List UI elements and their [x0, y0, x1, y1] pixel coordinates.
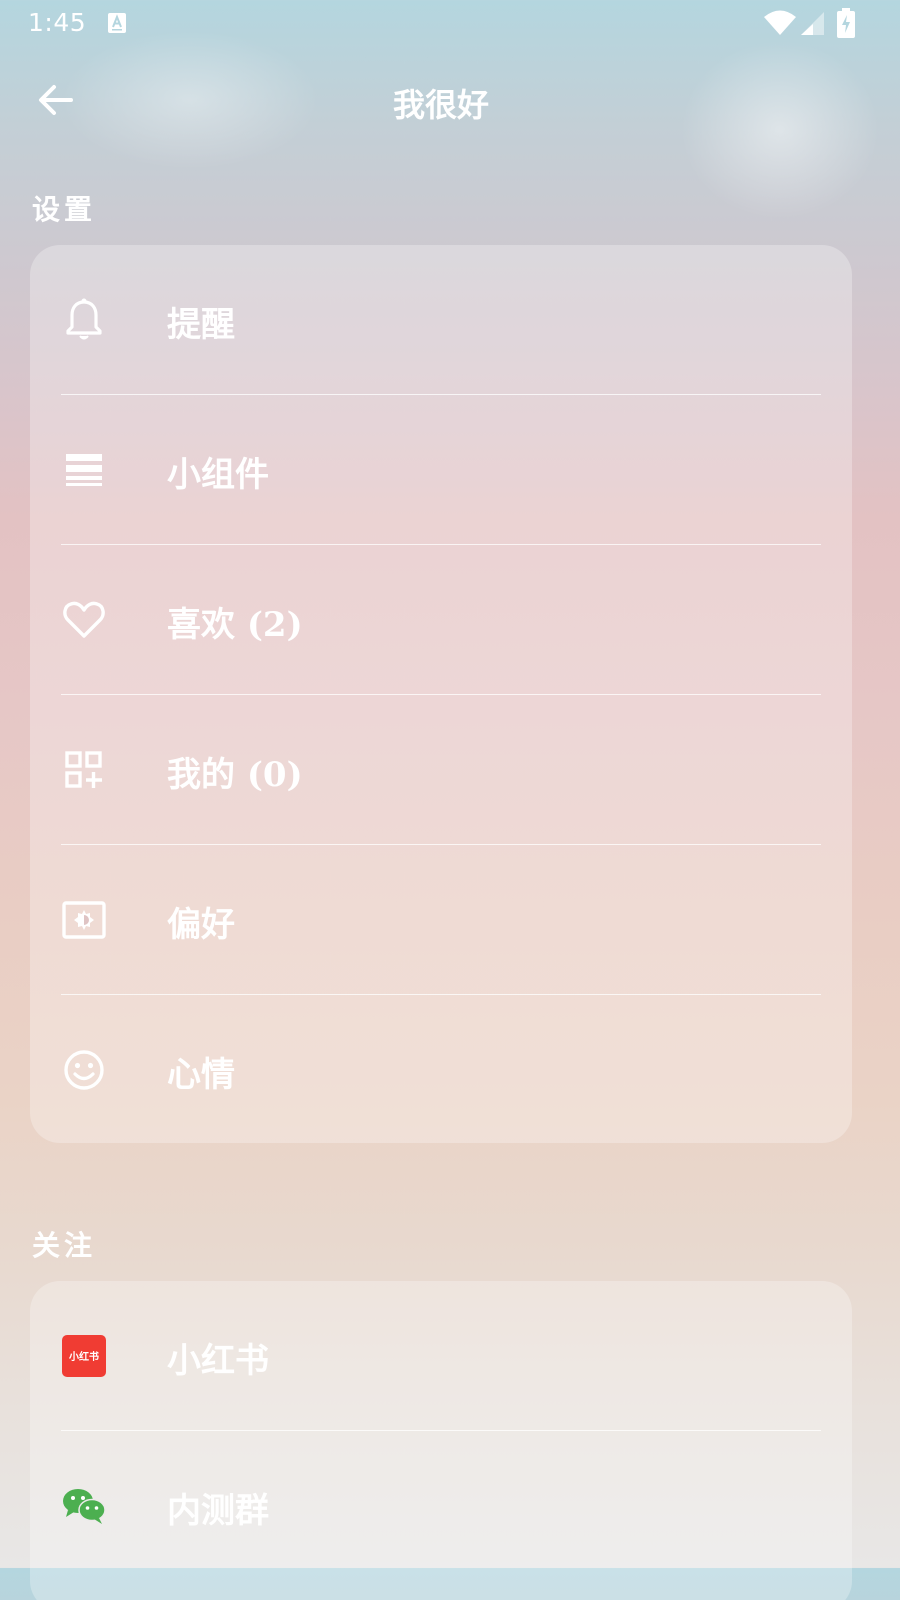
settings-item-mood[interactable]: 心情 [30, 995, 852, 1143]
cell-signal-icon [800, 10, 824, 40]
brightness-settings-icon [62, 898, 106, 942]
settings-item-label: 小组件 [167, 455, 269, 495]
follow-section-label: 关注 [32, 1229, 97, 1262]
follow-card: 小红书 小红书 内测群 [30, 1281, 852, 1600]
settings-item-label: 偏好 [167, 905, 235, 945]
settings-section-label: 设置 [32, 193, 97, 226]
page-title: 我很好 [392, 86, 489, 124]
heart-icon [62, 598, 106, 642]
settings-item-mine[interactable]: 我的 (0) [30, 695, 852, 845]
widget-list-icon [62, 448, 106, 492]
xiaohongshu-icon: 小红书 [62, 1334, 106, 1378]
settings-item-reminder[interactable]: 提醒 [30, 245, 852, 395]
settings-card: 提醒 小组件 喜欢 (2) 我的 (0) 偏好 心情 [30, 245, 852, 1143]
status-bar: 1:45 [0, 0, 882, 48]
status-time: 1:45 [28, 8, 87, 37]
text-app-icon [107, 12, 127, 38]
grid-add-icon [62, 748, 106, 792]
follow-item-label: 小红书 [167, 1341, 269, 1381]
smiley-icon [62, 1048, 106, 1092]
follow-item-beta-group[interactable]: 内测群 [30, 1431, 852, 1581]
settings-item-label: 提醒 [167, 305, 235, 345]
settings-item-label: 喜欢 (2) [167, 605, 303, 645]
settings-item-label: 我的 (0) [167, 755, 303, 795]
settings-item-preferences[interactable]: 偏好 [30, 845, 852, 995]
settings-item-widgets[interactable]: 小组件 [30, 395, 852, 545]
settings-item-label: 心情 [167, 1055, 235, 1095]
background-glow [680, 40, 880, 220]
bell-icon [62, 298, 106, 342]
follow-item-xiaohongshu[interactable]: 小红书 小红书 [30, 1281, 852, 1431]
wifi-icon [764, 10, 796, 40]
settings-item-likes[interactable]: 喜欢 (2) [30, 545, 852, 695]
wechat-icon [62, 1484, 106, 1528]
svg-text:小红书: 小红书 [68, 1350, 99, 1363]
follow-item-label: 内测群 [167, 1491, 269, 1531]
battery-charging-icon [837, 8, 855, 42]
